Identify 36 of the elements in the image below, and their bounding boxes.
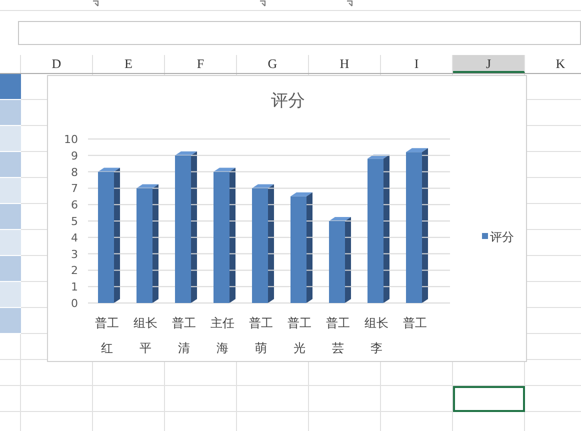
column-header[interactable]: F (165, 55, 237, 73)
axis-tick-label: 9 (71, 149, 78, 162)
axis-tick-label: 0 (71, 297, 78, 310)
dialog-launcher-icon[interactable] (259, 0, 267, 8)
category-label: 普工萌 (249, 316, 273, 355)
axis-tick-label: 4 (71, 231, 78, 244)
column-header[interactable]: H (309, 55, 381, 73)
column-header[interactable]: E (93, 55, 165, 73)
dialog-launcher-icon[interactable] (346, 0, 354, 8)
column-header[interactable]: D (21, 55, 93, 73)
axis-tick-label: 3 (71, 248, 78, 261)
axis-tick-label: 8 (71, 166, 78, 179)
chart-title: 评分 (271, 91, 305, 111)
axis-tick-label: 1 (71, 280, 78, 294)
category-label: 普工芸 (326, 316, 350, 355)
category-label: 普工 (403, 316, 427, 330)
category-label: 普工光 (288, 316, 312, 355)
category-label: 组长平 (134, 316, 158, 355)
axis-tick-label: 7 (71, 182, 78, 196)
category-label: 主任海 (210, 316, 234, 355)
column-header[interactable]: K (525, 55, 581, 73)
dialog-launcher-icon[interactable] (92, 0, 100, 8)
chart-area[interactable]: 评分 0 1 2 3 4 5 6 7 8 9 10 评分 普工红 组长平 普工清 主任海 普工萌 普工光 普工芸 组长李 普工 (47, 75, 527, 362)
legend-swatch (482, 233, 488, 239)
legend-label: 评分 (490, 230, 514, 244)
axis-tick-label: 6 (71, 198, 78, 212)
axis-tick-label: 10 (64, 133, 78, 146)
formula-input[interactable] (18, 21, 581, 45)
category-label: 普工红 (95, 316, 119, 355)
column-header[interactable]: J (453, 55, 525, 73)
category-label: 普工清 (172, 316, 196, 355)
category-label: 组长李 (364, 316, 388, 355)
axis-tick-label: 2 (71, 264, 78, 278)
column-header[interactable]: G (237, 55, 309, 73)
axis-tick-label: 5 (71, 215, 78, 228)
active-cell[interactable] (453, 386, 525, 412)
